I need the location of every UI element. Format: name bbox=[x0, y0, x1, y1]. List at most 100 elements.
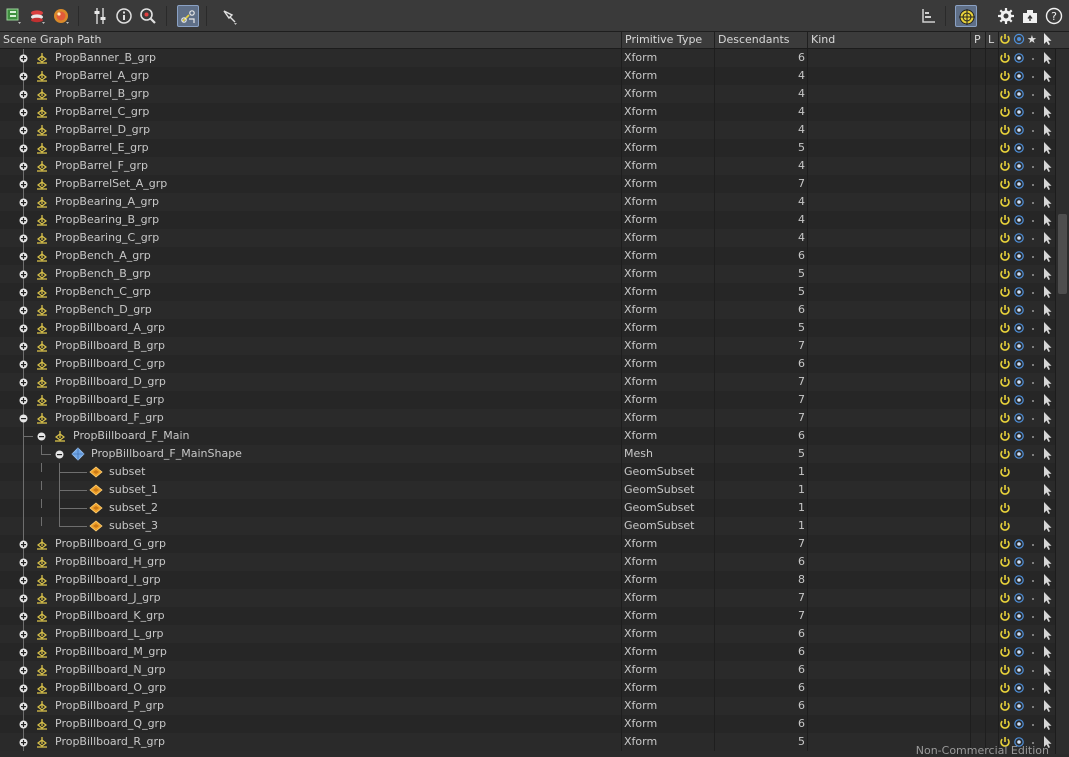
layer-stack-icon[interactable] bbox=[27, 5, 49, 27]
column-divider[interactable] bbox=[985, 32, 986, 48]
active-toggle-icon[interactable] bbox=[999, 699, 1011, 713]
tree-row[interactable]: PropBarrel_F_grp Xform 4 bbox=[0, 157, 1055, 175]
col-header-descendants[interactable]: Descendants bbox=[718, 32, 804, 48]
select-arrow-icon[interactable] bbox=[1041, 465, 1053, 479]
tree-row[interactable]: PropBench_D_grp Xform 6 bbox=[0, 301, 1055, 319]
prim-name[interactable]: PropBillboard_J_grp bbox=[55, 589, 560, 607]
prim-name[interactable]: PropBench_C_grp bbox=[55, 283, 560, 301]
expand-plus-icon[interactable] bbox=[19, 179, 28, 189]
select-arrow-icon[interactable] bbox=[1041, 501, 1053, 515]
visibility-toggle-icon[interactable] bbox=[1013, 141, 1025, 155]
expand-plus-icon[interactable] bbox=[19, 647, 28, 657]
select-arrow-icon[interactable] bbox=[1041, 375, 1053, 389]
select-arrow-icon[interactable] bbox=[1041, 591, 1053, 605]
visibility-toggle-icon[interactable] bbox=[1013, 627, 1025, 641]
prim-name[interactable]: PropBench_A_grp bbox=[55, 247, 560, 265]
select-arrow-icon[interactable] bbox=[1041, 699, 1053, 713]
expand-plus-icon[interactable] bbox=[19, 737, 28, 747]
expand-plus-icon[interactable] bbox=[19, 665, 28, 675]
active-toggle-icon[interactable] bbox=[999, 213, 1011, 227]
visibility-toggle-icon[interactable] bbox=[1013, 267, 1025, 281]
expand-plus-icon[interactable] bbox=[19, 359, 28, 369]
pen-tool-icon[interactable] bbox=[219, 5, 241, 27]
visibility-toggle-icon[interactable] bbox=[1013, 339, 1025, 353]
tree-row[interactable]: PropBillboard_M_grp Xform 6 bbox=[0, 643, 1055, 661]
active-toggle-icon[interactable] bbox=[999, 339, 1011, 353]
prim-name[interactable]: PropBarrel_D_grp bbox=[55, 121, 560, 139]
visibility-toggle-icon[interactable] bbox=[1013, 447, 1025, 461]
add-node-icon[interactable] bbox=[3, 5, 25, 27]
column-divider[interactable] bbox=[621, 32, 622, 48]
expand-plus-icon[interactable] bbox=[19, 269, 28, 279]
prim-name[interactable]: PropBearing_B_grp bbox=[55, 211, 560, 229]
prim-name[interactable]: subset_3 bbox=[109, 517, 560, 535]
prim-name[interactable]: PropBillboard_P_grp bbox=[55, 697, 560, 715]
collapse-minus-icon[interactable] bbox=[19, 413, 28, 423]
active-toggle-icon[interactable] bbox=[999, 231, 1011, 245]
visibility-toggle-icon[interactable] bbox=[1013, 105, 1025, 119]
expand-plus-icon[interactable] bbox=[19, 395, 28, 405]
prim-name[interactable]: PropBillboard_E_grp bbox=[55, 391, 560, 409]
scrollbar-thumb[interactable] bbox=[1058, 214, 1067, 294]
tree-row[interactable]: PropBillboard_R_grp Xform 5 bbox=[0, 733, 1055, 751]
expand-plus-icon[interactable] bbox=[19, 575, 28, 585]
select-arrow-icon[interactable] bbox=[1041, 87, 1053, 101]
select-arrow-icon[interactable] bbox=[1041, 627, 1053, 641]
tree-row[interactable]: PropBillboard_F_grp Xform 7 bbox=[0, 409, 1055, 427]
expand-plus-icon[interactable] bbox=[19, 233, 28, 243]
active-toggle-icon[interactable] bbox=[999, 591, 1011, 605]
tree-row[interactable]: PropBillboard_L_grp Xform 6 bbox=[0, 625, 1055, 643]
select-arrow-icon[interactable] bbox=[1041, 483, 1053, 497]
active-toggle-icon[interactable] bbox=[999, 483, 1011, 497]
active-toggle-icon[interactable] bbox=[999, 69, 1011, 83]
visibility-toggle-icon[interactable] bbox=[1013, 411, 1025, 425]
prim-name[interactable]: subset bbox=[109, 463, 560, 481]
col-header-scene-graph-path[interactable]: Scene Graph Path bbox=[3, 32, 618, 48]
visibility-toggle-icon[interactable] bbox=[1013, 123, 1025, 137]
select-arrow-icon[interactable] bbox=[1041, 429, 1053, 443]
select-arrow-icon[interactable] bbox=[1041, 267, 1053, 281]
select-arrow-icon[interactable] bbox=[1041, 609, 1053, 623]
expand-plus-icon[interactable] bbox=[19, 683, 28, 693]
tree-row[interactable]: PropBench_B_grp Xform 5 bbox=[0, 265, 1055, 283]
tree-row[interactable]: PropBench_C_grp Xform 5 bbox=[0, 283, 1055, 301]
material-ball-icon[interactable] bbox=[51, 5, 73, 27]
select-arrow-icon[interactable] bbox=[1041, 339, 1053, 353]
column-divider[interactable] bbox=[807, 32, 808, 48]
tree-row[interactable]: PropBillboard_D_grp Xform 7 bbox=[0, 373, 1055, 391]
expand-plus-icon[interactable] bbox=[19, 215, 28, 225]
active-toggle-icon[interactable] bbox=[999, 645, 1011, 659]
prim-name[interactable]: PropBillboard_R_grp bbox=[55, 733, 560, 751]
prim-name[interactable]: PropBillboard_A_grp bbox=[55, 319, 560, 337]
search-zoom-icon[interactable] bbox=[137, 5, 159, 27]
link-toggle-icon[interactable] bbox=[177, 5, 199, 27]
col-header-select-icon[interactable] bbox=[1041, 32, 1053, 48]
col-header-visibility-icon[interactable] bbox=[1013, 32, 1025, 48]
tree-row[interactable]: PropBarrel_B_grp Xform 4 bbox=[0, 85, 1055, 103]
prim-name[interactable]: PropBillboard_O_grp bbox=[55, 679, 560, 697]
tree-row[interactable]: PropBillboard_I_grp Xform 8 bbox=[0, 571, 1055, 589]
tree-row[interactable]: PropBarrel_D_grp Xform 4 bbox=[0, 121, 1055, 139]
tree-row[interactable]: PropBarrel_A_grp Xform 4 bbox=[0, 67, 1055, 85]
visibility-toggle-icon[interactable] bbox=[1013, 663, 1025, 677]
prim-name[interactable]: PropBarrel_A_grp bbox=[55, 67, 560, 85]
active-toggle-icon[interactable] bbox=[999, 501, 1011, 515]
active-toggle-icon[interactable] bbox=[999, 663, 1011, 677]
tree-row[interactable]: PropBarrelSet_A_grp Xform 7 bbox=[0, 175, 1055, 193]
select-arrow-icon[interactable] bbox=[1041, 231, 1053, 245]
collapse-minus-icon[interactable] bbox=[37, 431, 46, 441]
expand-plus-icon[interactable] bbox=[19, 719, 28, 729]
active-toggle-icon[interactable] bbox=[999, 51, 1011, 65]
visibility-toggle-icon[interactable] bbox=[1013, 609, 1025, 623]
active-toggle-icon[interactable] bbox=[999, 393, 1011, 407]
visibility-toggle-icon[interactable] bbox=[1013, 681, 1025, 695]
select-arrow-icon[interactable] bbox=[1041, 123, 1053, 137]
select-arrow-icon[interactable] bbox=[1041, 357, 1053, 371]
expand-plus-icon[interactable] bbox=[19, 629, 28, 639]
select-arrow-icon[interactable] bbox=[1041, 393, 1053, 407]
visibility-toggle-icon[interactable] bbox=[1013, 573, 1025, 587]
active-toggle-icon[interactable] bbox=[999, 87, 1011, 101]
tree-row[interactable]: PropBillboard_O_grp Xform 6 bbox=[0, 679, 1055, 697]
prim-name[interactable]: PropBearing_A_grp bbox=[55, 193, 560, 211]
expand-plus-icon[interactable] bbox=[19, 557, 28, 567]
